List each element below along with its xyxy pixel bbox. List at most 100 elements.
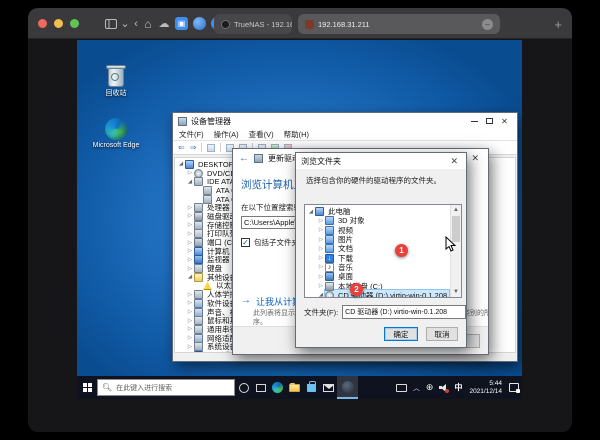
chip-icon [203, 185, 212, 195]
close-icon[interactable]: ✕ [497, 117, 512, 126]
collapsed-icon[interactable]: ▷ [186, 240, 194, 246]
menu-item[interactable]: 帮助(H) [284, 129, 309, 140]
collapsed-icon[interactable]: ▷ [186, 335, 194, 341]
scroll-up-icon[interactable]: ▲ [451, 205, 461, 215]
task-view-button[interactable] [252, 376, 269, 399]
collapsed-icon[interactable]: ▷ [186, 318, 194, 324]
tree-item[interactable]: ▷ 图片 [307, 235, 449, 245]
collapsed-icon[interactable]: ▷ [317, 246, 325, 252]
include-subfolders-checkbox[interactable]: ✓ [241, 238, 250, 247]
volume-muted-icon[interactable] [436, 376, 451, 399]
console-tool-icon[interactable] [207, 143, 216, 152]
collapsed-icon[interactable]: ▷ [186, 300, 194, 306]
cloud-upload-icon[interactable]: ☁ [157, 15, 171, 32]
new-tab-button[interactable]: + [554, 17, 562, 32]
collapsed-icon[interactable]: ▷ [186, 231, 194, 237]
collapsed-icon[interactable]: ▷ [317, 274, 325, 280]
wizard-back-icon[interactable]: ← [239, 153, 249, 164]
tab-truenas[interactable]: TrueNAS - 192.16… [214, 14, 292, 34]
start-button[interactable] [77, 376, 97, 399]
store-button[interactable] [303, 376, 320, 399]
expanded-icon[interactable]: ◢ [186, 274, 194, 280]
menu-item[interactable]: 操作(A) [214, 129, 239, 140]
browse-dialog-close-icon[interactable]: ✕ [447, 156, 461, 167]
taskbar-search-input[interactable]: 🔍︎ 在此键入进行搜索 [97, 379, 235, 396]
collapsed-icon[interactable]: ▷ [186, 266, 194, 272]
expanded-icon[interactable]: ◢ [307, 209, 315, 215]
collapsed-icon[interactable]: ▷ [186, 213, 194, 219]
cortana-button[interactable] [235, 376, 252, 399]
globe-extension-icon[interactable] [193, 15, 206, 32]
store-bag-icon [307, 380, 316, 392]
mail-button[interactable] [320, 376, 337, 399]
screenshot-stage: ⌄ ‹ ⌂ ☁ ▣ ✓ i TrueNAS - 192.16… 192.168.… [0, 0, 600, 440]
tree-item[interactable]: ▷ 视频 [307, 225, 449, 235]
collapsed-icon[interactable]: ▷ [317, 255, 325, 261]
menu-item[interactable]: 查看(V) [249, 129, 274, 140]
home-icon[interactable]: ⌂ [142, 15, 154, 32]
chevron-down-icon[interactable]: ⌄ [120, 15, 130, 32]
collapsed-icon[interactable]: ▷ [186, 205, 194, 211]
tree-item[interactable]: ▷ ↓ 下载 [307, 253, 449, 263]
taskbar-edge-button[interactable] [269, 376, 286, 399]
ok-button[interactable]: 确定 [384, 327, 418, 341]
expanded-icon[interactable]: ◢ [177, 161, 185, 167]
tab-badge-icon[interactable]: – [482, 18, 493, 30]
zoom-window-button[interactable] [70, 19, 79, 28]
chip-icon [194, 220, 203, 230]
collapsed-icon[interactable]: ▷ [186, 248, 194, 254]
taskbar-clock[interactable]: 5:44 2021/12/14 [465, 380, 506, 396]
browse-dialog-titlebar[interactable]: 浏览文件夹 ✕ [296, 153, 466, 169]
collapsed-icon[interactable]: ▷ [186, 326, 194, 332]
tree-item[interactable]: ▷ 文档 [307, 244, 449, 254]
maximize-icon[interactable] [482, 118, 497, 124]
tree-item[interactable]: ▷ 3D 对象 [307, 216, 449, 226]
collapsed-icon[interactable]: ▷ [317, 227, 325, 233]
tree-item[interactable]: ◢ CD 驱动器 (D:) virtio-win-0.1.208 [307, 288, 451, 297]
action-center-icon[interactable] [506, 376, 522, 399]
network-icon[interactable]: ⊕ [423, 376, 437, 399]
menu-item[interactable]: 文件(F) [179, 129, 204, 140]
app-extension-icon[interactable]: ▣ [175, 15, 188, 32]
collapsed-icon[interactable]: ▷ [317, 218, 325, 224]
collapsed-icon[interactable]: ▷ [317, 237, 325, 243]
hidden-icons-chevron[interactable]: ︿ [410, 376, 423, 399]
tree-item[interactable]: ▷ ♪ 音乐 [307, 262, 449, 272]
touch-keyboard-icon[interactable] [393, 376, 410, 399]
back-icon[interactable]: ‹ [131, 15, 141, 32]
collapsed-icon[interactable]: ▷ [186, 309, 194, 315]
ime-indicator[interactable]: 中 [451, 376, 465, 399]
close-window-button[interactable] [38, 19, 47, 28]
file-explorer-button[interactable] [286, 376, 303, 399]
collapsed-icon[interactable]: ▷ [186, 344, 194, 350]
desktop-icon-edge[interactable]: Microsoft Edge [89, 118, 143, 150]
expanded-icon[interactable]: ◢ [186, 179, 194, 185]
tab-active-vnc[interactable]: 192.168.31.211 – [298, 14, 500, 34]
task-view-icon [255, 383, 266, 392]
video-icon [325, 225, 334, 235]
dialog-cancel-button[interactable]: 取消 [426, 327, 458, 341]
scroll-down-icon[interactable]: ▼ [451, 287, 461, 297]
collapsed-icon[interactable]: ▷ [317, 264, 325, 270]
window-controls [38, 19, 79, 28]
sidebar-icon[interactable] [104, 15, 118, 32]
collapsed-icon[interactable]: ▷ [186, 257, 194, 263]
mouse-cursor [445, 236, 456, 252]
nav-forward-icon[interactable]: ⇒ [190, 143, 197, 152]
minimize-icon[interactable] [467, 120, 482, 122]
collapsed-icon[interactable]: ▷ [317, 283, 325, 289]
minimize-window-button[interactable] [54, 19, 63, 28]
collapsed-icon[interactable]: ▷ [186, 222, 194, 228]
expanded-icon[interactable]: ◢ [317, 292, 325, 297]
wizard-close-icon[interactable]: ✕ [468, 153, 482, 164]
collapsed-icon[interactable]: ▷ [186, 292, 194, 298]
desktop-icon-recycle-bin[interactable]: 回收站 [89, 64, 143, 98]
folder-field-input[interactable]: CD 驱动器 (D:) virtio-win-0.1.208 [342, 305, 467, 319]
collapsed-icon[interactable]: ▷ [186, 352, 194, 353]
fold3d-icon [325, 216, 334, 226]
device-manager-titlebar[interactable]: 设备管理器 ✕ [173, 113, 517, 129]
collapsed-icon[interactable]: ▷ [186, 170, 194, 176]
nav-back-icon[interactable]: ⇐ [178, 143, 185, 152]
active-app-button[interactable] [337, 376, 358, 399]
annotation-badge-1: 1 [395, 244, 408, 257]
